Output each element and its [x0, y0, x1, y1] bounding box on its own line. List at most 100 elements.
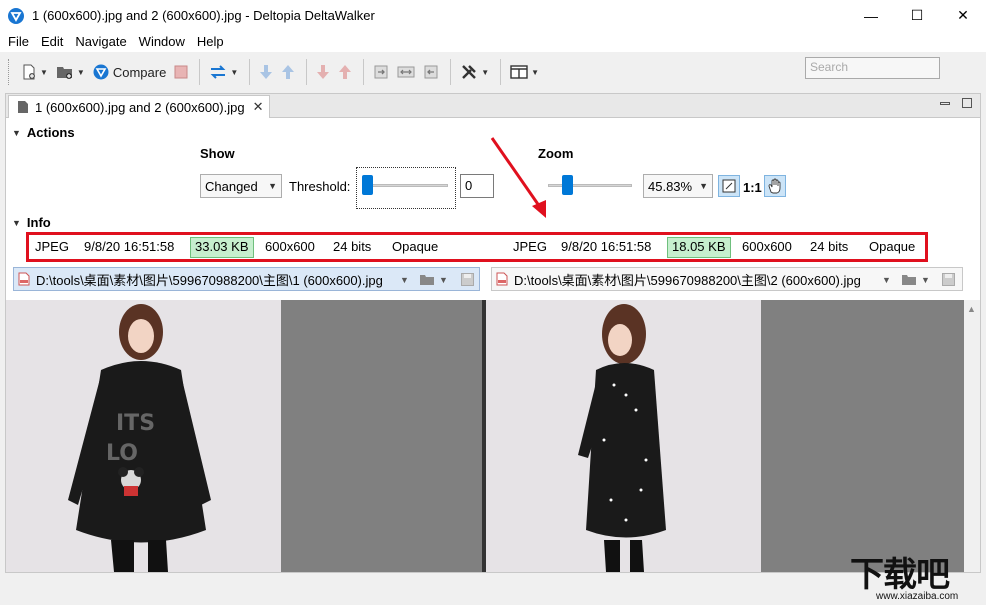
copy-left-to-right-button[interactable]: [370, 60, 392, 84]
info-section-header[interactable]: ▼ Info: [12, 215, 51, 230]
save-icon[interactable]: [461, 273, 474, 286]
minimize-button[interactable]: —: [848, 0, 894, 31]
tab-close-icon[interactable]: ✕: [253, 99, 264, 115]
zoom-value: 45.83%: [648, 178, 693, 194]
chevron-down-icon[interactable]: ▼: [481, 68, 489, 77]
left-alpha: Opaque: [392, 239, 439, 254]
tools-button[interactable]: ▼: [457, 60, 492, 84]
folder-icon[interactable]: [901, 273, 917, 286]
title-bar: 1 (600x600).jpg and 2 (600x600).jpg - De…: [0, 0, 986, 31]
document-icon: [18, 101, 28, 113]
previous-change-button[interactable]: [335, 60, 355, 84]
swap-icon: [210, 65, 226, 79]
chevron-down-icon[interactable]: ▼: [230, 68, 238, 77]
right-alpha: Opaque: [869, 239, 916, 254]
tools-icon: [462, 65, 477, 79]
toolbar-separator: [450, 59, 452, 85]
actions-section-header[interactable]: ▼ Actions: [12, 125, 75, 140]
svg-text:ITS: ITS: [116, 411, 155, 436]
new-folder-icon: [56, 67, 72, 79]
toolbar-grip[interactable]: [8, 59, 12, 85]
collapse-triangle-icon[interactable]: ▼: [12, 128, 21, 138]
copy-right-to-left-button[interactable]: [420, 60, 442, 84]
merge-icon: [397, 66, 415, 78]
fit-to-window-button[interactable]: [718, 175, 740, 197]
arrow-up-red-icon: [339, 65, 352, 79]
menu-help[interactable]: Help: [193, 34, 228, 49]
zoom-slider-thumb[interactable]: [562, 175, 573, 195]
zoom-slider[interactable]: [548, 175, 632, 195]
merge-button[interactable]: [394, 60, 418, 84]
chevron-down-icon: ▼: [268, 181, 277, 191]
left-path-bar[interactable]: D:\tools\桌面\素材\图片\599670988200\主图\1 (600…: [13, 267, 480, 291]
info-heading: Info: [26, 215, 51, 230]
copy-right-icon: [374, 65, 388, 79]
right-path-text: D:\tools\桌面\素材\图片\599670988200\主图\2 (600…: [514, 272, 861, 288]
layout-button[interactable]: ▼: [507, 60, 542, 84]
menu-file[interactable]: File: [4, 34, 33, 49]
search-input[interactable]: Search: [805, 57, 940, 79]
right-format: JPEG: [513, 239, 547, 254]
image-file-icon: [496, 272, 508, 286]
threshold-slider-thumb[interactable]: [362, 175, 373, 195]
chevron-down-icon[interactable]: ▼: [40, 68, 48, 77]
previous-difference-button[interactable]: [278, 60, 298, 84]
toolbar-separator: [199, 59, 201, 85]
maximize-button[interactable]: ☐: [894, 0, 940, 31]
show-filter-select[interactable]: Changed ▼: [200, 174, 282, 198]
next-difference-button[interactable]: [256, 60, 276, 84]
threshold-label: Threshold:: [289, 179, 351, 194]
compare-button[interactable]: Compare: [90, 60, 169, 84]
main-toolbar: ▼ ▼ Compare ▼ ▼ ▼ Search: [0, 52, 986, 92]
pan-tool-button[interactable]: [764, 175, 786, 197]
left-bits: 24 bits: [333, 239, 372, 254]
collapse-triangle-icon[interactable]: ▼: [12, 218, 21, 228]
swap-sides-button[interactable]: ▼: [206, 60, 241, 84]
next-change-button[interactable]: [313, 60, 333, 84]
threshold-slider[interactable]: [362, 175, 448, 195]
deltawalker-logo-icon: [8, 7, 24, 24]
new-folder-compare-button[interactable]: ▼: [53, 60, 88, 84]
file-info-row: JPEG 9/8/20 16:51:58 33.03 KB 600x600 24…: [26, 232, 928, 262]
right-image-pane[interactable]: [486, 300, 964, 572]
zoom-slider-track: [548, 184, 632, 187]
maximize-view-icon[interactable]: [962, 98, 972, 108]
menu-bar: File Edit Navigate Window Help: [0, 31, 986, 52]
chevron-down-icon[interactable]: ▼: [439, 275, 448, 285]
new-file-compare-button[interactable]: ▼: [18, 60, 51, 84]
chevron-down-icon: ▼: [699, 181, 708, 191]
menu-edit[interactable]: Edit: [37, 34, 67, 49]
left-image-pane[interactable]: ITS LO: [6, 300, 482, 572]
right-size-badge: 18.05 KB: [667, 237, 731, 258]
toolbar-separator: [363, 59, 365, 85]
chevron-down-icon[interactable]: ▼: [77, 68, 85, 77]
show-label: Show: [200, 146, 235, 161]
scroll-up-icon[interactable]: ▲: [967, 304, 976, 314]
left-format: JPEG: [35, 239, 69, 254]
arrow-down-icon: [260, 65, 273, 79]
show-filter-value: Changed: [205, 178, 258, 194]
chevron-down-icon[interactable]: ▼: [921, 275, 930, 285]
site-watermark: 下载吧 www.xiazaiba.com: [846, 545, 986, 605]
vertical-scrollbar[interactable]: ▲: [964, 300, 980, 572]
tab-comparison[interactable]: 1 (600x600).jpg and 2 (600x600).jpg ✕: [8, 95, 270, 118]
chevron-down-icon[interactable]: ▼: [400, 275, 409, 285]
stop-button[interactable]: [171, 60, 191, 84]
stop-icon: [174, 65, 188, 79]
menu-window[interactable]: Window: [135, 34, 189, 49]
zoom-actual-size-button[interactable]: 1:1: [743, 180, 762, 195]
close-button[interactable]: ✕: [940, 0, 986, 31]
left-date: 9/8/20 16:51:58: [84, 239, 175, 254]
save-icon[interactable]: [942, 273, 955, 286]
left-size-badge: 33.03 KB: [190, 237, 254, 258]
zoom-select[interactable]: 45.83% ▼: [643, 174, 713, 198]
chevron-down-icon[interactable]: ▼: [882, 275, 891, 285]
right-dims: 600x600: [742, 239, 792, 254]
arrow-down-red-icon: [317, 65, 330, 79]
right-path-bar[interactable]: D:\tools\桌面\素材\图片\599670988200\主图\2 (600…: [491, 267, 963, 291]
chevron-down-icon[interactable]: ▼: [531, 68, 539, 77]
menu-navigate[interactable]: Navigate: [71, 34, 130, 49]
minimize-view-icon[interactable]: [940, 102, 950, 105]
left-path-text: D:\tools\桌面\素材\图片\599670988200\主图\1 (600…: [36, 272, 383, 288]
folder-icon[interactable]: [419, 273, 435, 286]
